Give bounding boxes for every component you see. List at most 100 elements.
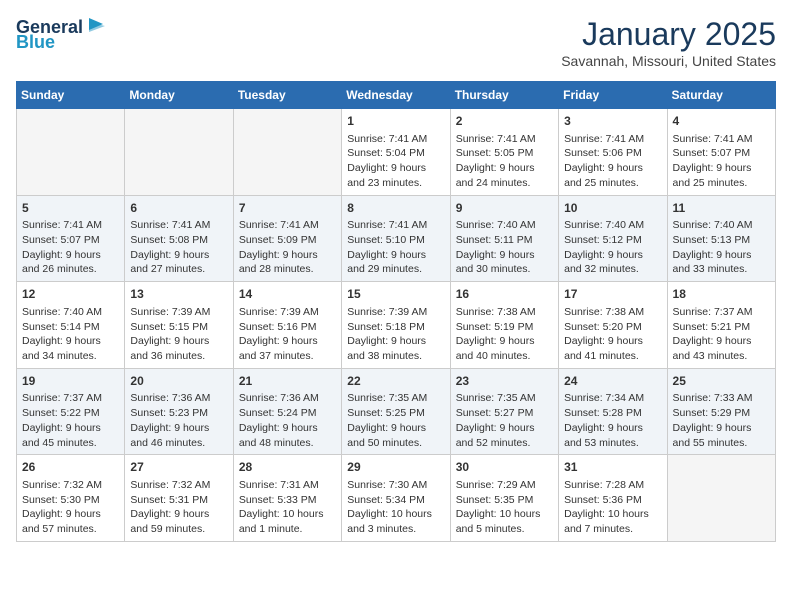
day-info: Sunrise: 7:41 AMSunset: 5:07 PMDaylight:… [22, 218, 119, 277]
day-number: 18 [673, 286, 770, 303]
day-info: Sunrise: 7:37 AMSunset: 5:21 PMDaylight:… [673, 305, 770, 364]
title-block: January 2025 Savannah, Missouri, United … [561, 16, 776, 69]
calendar-day-15: 15 Sunrise: 7:39 AMSunset: 5:18 PMDayligh… [342, 282, 450, 369]
day-number: 16 [456, 286, 553, 303]
location-subtitle: Savannah, Missouri, United States [561, 53, 776, 69]
calendar-day-20: 20Sunrise: 7:36 AMSunset: 5:23 PMDayligh… [125, 368, 233, 455]
day-number: 21 [239, 373, 336, 390]
calendar-empty-cell [233, 109, 341, 196]
calendar-day-6: 6Sunrise: 7:41 AMSunset: 5:08 PMDaylight… [125, 195, 233, 282]
calendar-day-28: 28 Sunrise: 7:31 AMSunset: 5:33 PMDayligh… [233, 455, 341, 542]
weekday-header-wednesday: Wednesday [342, 82, 450, 109]
day-info: Sunrise: 7:38 AMSunset: 5:20 PMDaylight:… [564, 305, 661, 364]
day-number: 26 [22, 459, 119, 476]
calendar-week-row: 12Sunrise: 7:40 AMSunset: 5:14 PMDayligh… [17, 282, 776, 369]
calendar-day-7: 7Sunrise: 7:41 AMSunset: 5:09 PMDaylight… [233, 195, 341, 282]
day-number: 24 [564, 373, 661, 390]
weekday-header-saturday: Saturday [667, 82, 775, 109]
day-number: 30 [456, 459, 553, 476]
logo-blue: Blue [16, 32, 55, 53]
calendar-day-3: 3 Sunrise: 7:41 AMSunset: 5:06 PMDaylight… [559, 109, 667, 196]
page-header: General Blue January 2025 Savannah, Miss… [16, 16, 776, 69]
calendar-day-24: 24Sunrise: 7:34 AMSunset: 5:28 PMDayligh… [559, 368, 667, 455]
day-info: Sunrise: 7:40 AMSunset: 5:12 PMDaylight:… [564, 218, 661, 277]
day-number: 10 [564, 200, 661, 217]
day-number: 23 [456, 373, 553, 390]
day-number: 15 [347, 286, 444, 303]
logo-container: General Blue [16, 16, 107, 53]
calendar-day-18: 18 Sunrise: 7:37 AMSunset: 5:21 PMDayligh… [667, 282, 775, 369]
day-info: Sunrise: 7:41 AMSunset: 5:09 PMDaylight:… [239, 218, 336, 277]
day-number: 20 [130, 373, 227, 390]
day-number: 27 [130, 459, 227, 476]
day-info: Sunrise: 7:29 AMSunset: 5:35 PMDaylight:… [456, 478, 553, 537]
logo: General Blue [16, 16, 107, 53]
day-info: Sunrise: 7:41 AMSunset: 5:06 PMDaylight:… [564, 132, 661, 191]
day-info: Sunrise: 7:40 AMSunset: 5:11 PMDaylight:… [456, 218, 553, 277]
calendar-day-10: 10Sunrise: 7:40 AMSunset: 5:12 PMDayligh… [559, 195, 667, 282]
day-number: 19 [22, 373, 119, 390]
day-number: 3 [564, 113, 661, 130]
day-info: Sunrise: 7:39 AMSunset: 5:18 PMDaylight:… [347, 305, 444, 364]
calendar-day-2: 2 Sunrise: 7:41 AMSunset: 5:05 PMDaylight… [450, 109, 558, 196]
calendar-empty-cell [125, 109, 233, 196]
calendar-day-16: 16 Sunrise: 7:38 AMSunset: 5:19 PMDayligh… [450, 282, 558, 369]
day-info: Sunrise: 7:39 AMSunset: 5:15 PMDaylight:… [130, 305, 227, 364]
calendar-week-row: 26Sunrise: 7:32 AMSunset: 5:30 PMDayligh… [17, 455, 776, 542]
day-number: 4 [673, 113, 770, 130]
day-number: 6 [130, 200, 227, 217]
calendar-day-17: 17 Sunrise: 7:38 AMSunset: 5:20 PMDayligh… [559, 282, 667, 369]
day-info: Sunrise: 7:33 AMSunset: 5:29 PMDaylight:… [673, 391, 770, 450]
day-info: Sunrise: 7:34 AMSunset: 5:28 PMDaylight:… [564, 391, 661, 450]
day-info: Sunrise: 7:31 AMSunset: 5:33 PMDaylight:… [239, 478, 336, 537]
day-info: Sunrise: 7:40 AMSunset: 5:13 PMDaylight:… [673, 218, 770, 277]
calendar-day-29: 29Sunrise: 7:30 AMSunset: 5:34 PMDayligh… [342, 455, 450, 542]
weekday-header-thursday: Thursday [450, 82, 558, 109]
day-info: Sunrise: 7:41 AMSunset: 5:04 PMDaylight:… [347, 132, 444, 191]
calendar-day-23: 23Sunrise: 7:35 AMSunset: 5:27 PMDayligh… [450, 368, 558, 455]
day-number: 22 [347, 373, 444, 390]
day-number: 11 [673, 200, 770, 217]
day-number: 8 [347, 200, 444, 217]
calendar-day-5: 5Sunrise: 7:41 AMSunset: 5:07 PMDaylight… [17, 195, 125, 282]
weekday-header-sunday: Sunday [17, 82, 125, 109]
day-info: Sunrise: 7:35 AMSunset: 5:25 PMDaylight:… [347, 391, 444, 450]
calendar-day-26: 26Sunrise: 7:32 AMSunset: 5:30 PMDayligh… [17, 455, 125, 542]
day-number: 13 [130, 286, 227, 303]
day-number: 31 [564, 459, 661, 476]
day-info: Sunrise: 7:30 AMSunset: 5:34 PMDaylight:… [347, 478, 444, 537]
calendar-day-4: 4 Sunrise: 7:41 AMSunset: 5:07 PMDaylight… [667, 109, 775, 196]
calendar-day-22: 22Sunrise: 7:35 AMSunset: 5:25 PMDayligh… [342, 368, 450, 455]
calendar-table: SundayMondayTuesdayWednesdayThursdayFrid… [16, 81, 776, 542]
day-number: 1 [347, 113, 444, 130]
calendar-day-30: 30 Sunrise: 7:29 AMSunset: 5:35 PMDayligh… [450, 455, 558, 542]
day-number: 5 [22, 200, 119, 217]
calendar-day-13: 13 Sunrise: 7:39 AMSunset: 5:15 PMDayligh… [125, 282, 233, 369]
day-number: 9 [456, 200, 553, 217]
day-info: Sunrise: 7:41 AMSunset: 5:05 PMDaylight:… [456, 132, 553, 191]
day-info: Sunrise: 7:36 AMSunset: 5:24 PMDaylight:… [239, 391, 336, 450]
month-title: January 2025 [561, 16, 776, 53]
day-info: Sunrise: 7:36 AMSunset: 5:23 PMDaylight:… [130, 391, 227, 450]
calendar-day-31: 31 Sunrise: 7:28 AMSunset: 5:36 PMDayligh… [559, 455, 667, 542]
calendar-day-27: 27Sunrise: 7:32 AMSunset: 5:31 PMDayligh… [125, 455, 233, 542]
day-info: Sunrise: 7:41 AMSunset: 5:08 PMDaylight:… [130, 218, 227, 277]
calendar-empty-cell [667, 455, 775, 542]
day-number: 7 [239, 200, 336, 217]
weekday-header-tuesday: Tuesday [233, 82, 341, 109]
day-number: 2 [456, 113, 553, 130]
day-info: Sunrise: 7:35 AMSunset: 5:27 PMDaylight:… [456, 391, 553, 450]
day-info: Sunrise: 7:28 AMSunset: 5:36 PMDaylight:… [564, 478, 661, 537]
calendar-day-11: 11Sunrise: 7:40 AMSunset: 5:13 PMDayligh… [667, 195, 775, 282]
day-number: 17 [564, 286, 661, 303]
day-info: Sunrise: 7:40 AMSunset: 5:14 PMDaylight:… [22, 305, 119, 364]
day-info: Sunrise: 7:41 AMSunset: 5:07 PMDaylight:… [673, 132, 770, 191]
day-number: 14 [239, 286, 336, 303]
day-number: 28 [239, 459, 336, 476]
day-number: 25 [673, 373, 770, 390]
calendar-day-9: 9Sunrise: 7:40 AMSunset: 5:11 PMDaylight… [450, 195, 558, 282]
day-info: Sunrise: 7:41 AMSunset: 5:10 PMDaylight:… [347, 218, 444, 277]
calendar-day-25: 25Sunrise: 7:33 AMSunset: 5:29 PMDayligh… [667, 368, 775, 455]
day-info: Sunrise: 7:38 AMSunset: 5:19 PMDaylight:… [456, 305, 553, 364]
day-info: Sunrise: 7:37 AMSunset: 5:22 PMDaylight:… [22, 391, 119, 450]
